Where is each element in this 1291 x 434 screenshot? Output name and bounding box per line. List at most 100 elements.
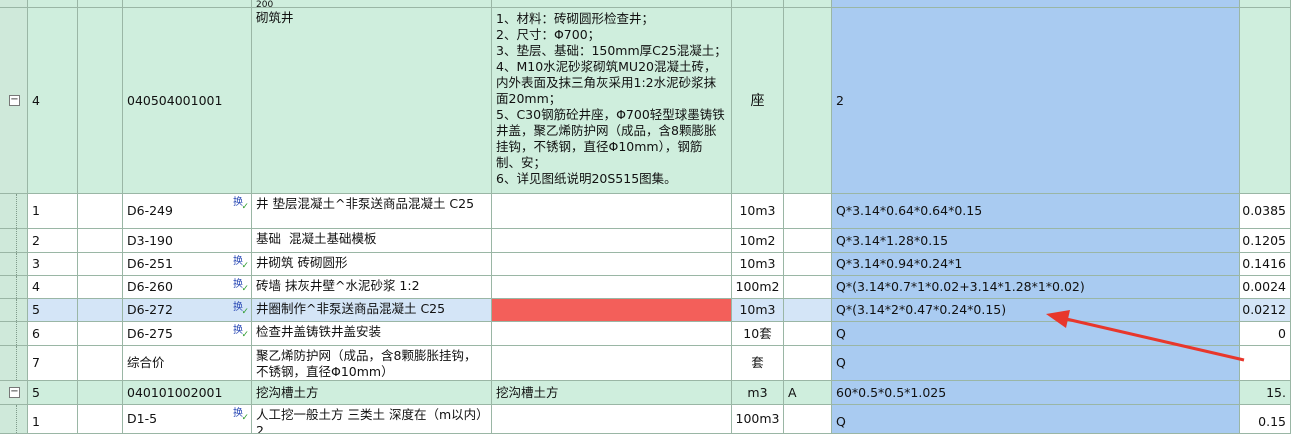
quota-grid: 200 − 4 040504001001 砌筑井 1、材料：砖砌圆形检查井； 2… <box>0 0 1291 434</box>
quantity-value[interactable]: 0.0385 <box>1240 194 1291 229</box>
swap-replace-icon[interactable]: 换 ✓ <box>233 409 249 424</box>
quota-code-text: D6-249 <box>127 203 173 218</box>
row-index: 1 <box>28 405 78 434</box>
quantity-expression[interactable]: Q*3.14*0.64*0.64*0.15 <box>832 194 1240 229</box>
quota-name[interactable]: 聚乙烯防护网（成品，含8颗膨胀挂钩，不锈钢，直径Φ10mm） <box>252 346 492 381</box>
quantity-expression[interactable]: Q*3.14*1.28*0.15 <box>832 229 1240 253</box>
quota-code-text: D6-260 <box>127 279 173 294</box>
minus-icon[interactable]: − <box>9 387 20 398</box>
quota-name[interactable]: 人工挖一般土方 三类土 深度在（m以内）2 <box>252 405 492 434</box>
quantity-expression[interactable]: 60*0.5*0.5*1.025 <box>832 381 1240 405</box>
quota-code-text: D6-272 <box>127 302 173 317</box>
minus-icon[interactable]: − <box>9 95 20 106</box>
quota-unit[interactable]: 100m2 <box>732 276 784 299</box>
empty-cell <box>492 276 732 299</box>
bill-name[interactable]: 挖沟槽土方 <box>252 381 492 405</box>
quota-code[interactable]: D6-260 换 ✓ <box>123 276 252 299</box>
bill-code[interactable]: 040504001001 <box>123 8 252 194</box>
swap-replace-icon[interactable]: 换 ✓ <box>233 257 249 272</box>
quota-name[interactable]: 井 垫层混凝土^非泵送商品混凝土 C25 <box>252 194 492 229</box>
quota-unit[interactable]: 10m3 <box>732 299 784 322</box>
quantity-expression[interactable]: Q*(3.14*0.7*1*0.02+3.14*1.28*1*0.02) <box>832 276 1240 299</box>
quota-code[interactable]: D6-249 换 ✓ <box>123 194 252 229</box>
quantity-value[interactable]: 0.15 <box>1240 405 1291 434</box>
quantity-value[interactable]: 0.0024 <box>1240 276 1291 299</box>
bill-unit[interactable]: 座 <box>732 8 784 194</box>
bill-row-5[interactable]: − 5 040101002001 挖沟槽土方 挖沟槽土方 m3 A 60*0.5… <box>0 381 1291 405</box>
quota-code[interactable]: 综合价 <box>123 346 252 381</box>
quantity-value[interactable]: 0.0212 <box>1240 299 1291 322</box>
quantity-value[interactable]: 0.1416 <box>1240 253 1291 276</box>
empty-cell <box>78 405 123 434</box>
quota-row-4-5[interactable]: 5 D6-272 换 ✓ 井圈制作^非泵送商品混凝土 C25 10m3 Q*(3.14*2*… <box>0 299 1291 322</box>
quantity-expression[interactable]: Q <box>832 346 1240 381</box>
quota-code[interactable]: D6-251 换 ✓ <box>123 253 252 276</box>
empty-cell <box>78 194 123 229</box>
tree-gutter <box>0 229 28 253</box>
swap-replace-icon[interactable]: 换 ✓ <box>233 280 249 295</box>
quota-name[interactable]: 检查井盖铸铁井盖安装 <box>252 322 492 346</box>
empty-cell <box>78 381 123 405</box>
quota-unit[interactable]: 10m3 <box>732 253 784 276</box>
quota-unit[interactable]: 套 <box>732 346 784 381</box>
bill-row-4[interactable]: − 4 040504001001 砌筑井 1、材料：砖砌圆形检查井； 2、尺寸：… <box>0 8 1291 194</box>
tree-gutter <box>0 276 28 299</box>
bill-description[interactable]: 1、材料：砖砌圆形检查井； 2、尺寸：Φ700； 3、垫层、基础：150mm厚C… <box>492 8 732 194</box>
swap-replace-icon[interactable]: 换 ✓ <box>233 303 249 318</box>
row-index: 4 <box>28 276 78 299</box>
quota-row-4-3[interactable]: 3 D6-251 换 ✓ 井砌筑 砖砌圆形 10m3 Q*3.14*0.94*0.24*1 0… <box>0 253 1291 276</box>
quota-row-4-7[interactable]: 7 综合价 聚乙烯防护网（成品，含8颗膨胀挂钩，不锈钢，直径Φ10mm） 套 Q <box>0 346 1291 381</box>
bill-description[interactable]: 挖沟槽土方 <box>492 381 732 405</box>
tree-gutter <box>0 346 28 381</box>
empty-cell <box>784 346 832 381</box>
empty-cell <box>784 194 832 229</box>
empty-cell <box>784 405 832 434</box>
quota-code[interactable]: D3-190 <box>123 229 252 253</box>
quota-row-4-4[interactable]: 4 D6-260 换 ✓ 砖墙 抹灰井壁^水泥砂浆 1:2 100m2 Q*(3.14*0.… <box>0 276 1291 299</box>
collapse-toggle[interactable]: − <box>0 381 28 405</box>
quota-unit[interactable]: 10套 <box>732 322 784 346</box>
quota-code[interactable]: D1-5 换 ✓ <box>123 405 252 434</box>
quantity-value[interactable]: 15. <box>1240 381 1291 405</box>
collapse-toggle[interactable]: − <box>0 8 28 194</box>
quota-row-4-6[interactable]: 6 D6-275 换 ✓ 检查井盖铸铁井盖安装 10套 Q 0 <box>0 322 1291 346</box>
row-index: 6 <box>28 322 78 346</box>
empty-cell <box>784 276 832 299</box>
empty-cell <box>78 253 123 276</box>
quota-unit[interactable]: 100m3 <box>732 405 784 434</box>
quota-name[interactable]: 井圈制作^非泵送商品混凝土 C25 <box>252 299 492 322</box>
empty-cell <box>784 253 832 276</box>
quota-unit[interactable]: 10m3 <box>732 194 784 229</box>
quota-row-4-2[interactable]: 2 D3-190 基础 混凝土基础模板 10m2 Q*3.14*1.28*0.15 0.1… <box>0 229 1291 253</box>
quota-row-4-1[interactable]: 1 D6-249 换 ✓ 井 垫层混凝土^非泵送商品混凝土 C25 10m3 Q*3.14*… <box>0 194 1291 229</box>
quantity-expression[interactable]: Q <box>832 405 1240 434</box>
quantity-value[interactable]: 0 <box>1240 322 1291 346</box>
tree-gutter <box>0 299 28 322</box>
quantity-expression[interactable]: Q*(3.14*2*0.47*0.24*0.15) <box>832 299 1240 322</box>
quota-name[interactable]: 井砌筑 砖砌圆形 <box>252 253 492 276</box>
swap-replace-icon[interactable]: 换 ✓ <box>233 326 249 341</box>
quantity-expression[interactable]: 2 <box>832 8 1240 194</box>
quota-name[interactable]: 砖墙 抹灰井壁^水泥砂浆 1:2 <box>252 276 492 299</box>
quantity-expression[interactable]: Q <box>832 322 1240 346</box>
quota-unit[interactable]: 10m2 <box>732 229 784 253</box>
quantity-expression[interactable]: Q*3.14*0.94*0.24*1 <box>832 253 1240 276</box>
empty-cell <box>492 194 732 229</box>
quota-row-5-1[interactable]: 1 D1-5 换 ✓ 人工挖一般土方 三类土 深度在（m以内）2 100m3 Q 0… <box>0 405 1291 434</box>
bill-name[interactable]: 砌筑井 <box>252 8 492 194</box>
table-row-top-partial[interactable]: 200 <box>0 0 1291 8</box>
bill-flag[interactable]: A <box>784 381 832 405</box>
quantity-value[interactable]: 0.1205 <box>1240 229 1291 253</box>
bill-code[interactable]: 040101002001 <box>123 381 252 405</box>
bill-unit[interactable]: m3 <box>732 381 784 405</box>
quota-code[interactable]: D6-272 换 ✓ <box>123 299 252 322</box>
quantity-value[interactable] <box>1240 346 1291 381</box>
quota-code-text: D1-5 <box>127 411 158 426</box>
quota-code[interactable]: D6-275 换 ✓ <box>123 322 252 346</box>
tree-gutter <box>0 253 28 276</box>
quota-code-text: 综合价 <box>127 355 165 370</box>
quota-name[interactable]: 基础 混凝土基础模板 <box>252 229 492 253</box>
swap-replace-icon[interactable]: 换 ✓ <box>233 198 249 213</box>
row-index: 3 <box>28 253 78 276</box>
empty-cell <box>1240 8 1291 194</box>
